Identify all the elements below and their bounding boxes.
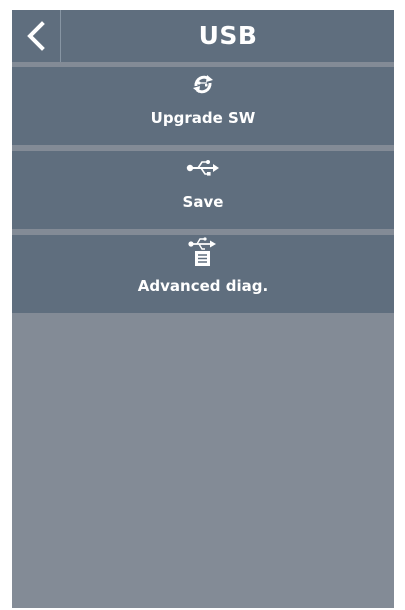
chevron-left-icon [27,21,45,51]
upgrade-sw-button[interactable]: Upgrade SW [12,67,394,145]
usb-icon [186,160,219,176]
back-button[interactable] [12,10,61,62]
usb-upgrade-icon [193,75,213,94]
advanced-diag-button[interactable]: Advanced diag. [12,235,394,313]
save-label: Save [182,193,224,211]
usb-document-icon [188,237,216,266]
save-button[interactable]: Save [12,151,394,229]
upgrade-sw-label: Upgrade SW [150,109,256,127]
advanced-diag-label: Advanced diag. [137,277,269,295]
usb-screen: USB Upgrade SW Save Advanced diag. [12,10,394,608]
page-title: USB [198,21,258,50]
header-bar: USB [12,10,394,62]
usb-menu: Upgrade SW Save Advanced diag. [12,67,394,319]
